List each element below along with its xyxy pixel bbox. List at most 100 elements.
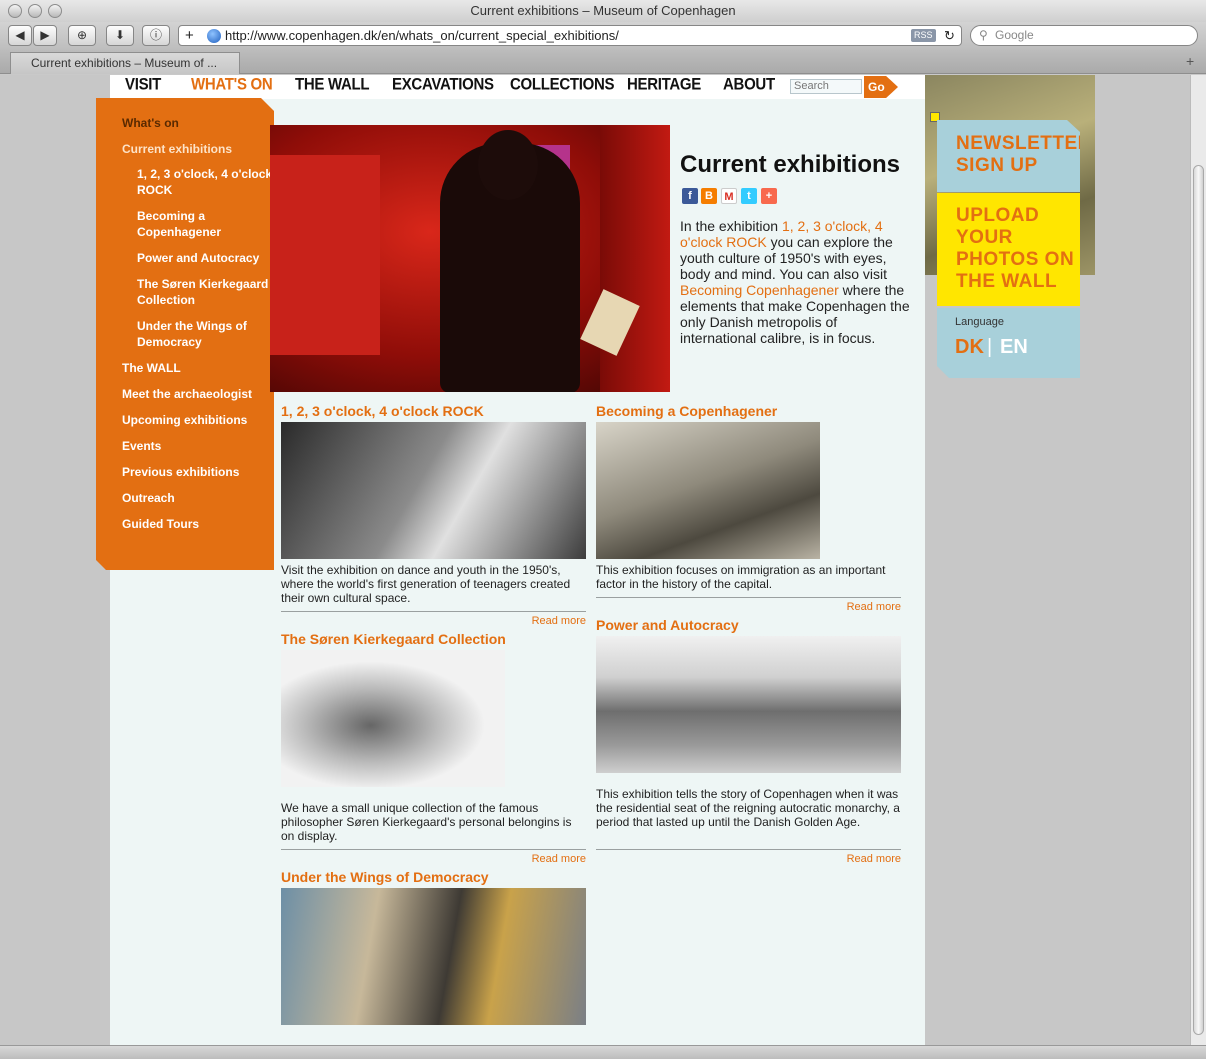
whats-on-submenu: What's on Current exhibitions 1, 2, 3 o'… [96,98,274,570]
google-search-field[interactable]: ⚲ Google [970,25,1198,46]
exhibition-desc-becoming: This exhibition focuses on immigration a… [596,563,886,591]
divider [281,611,586,612]
submenu-current-exhibitions[interactable]: Current exhibitions [122,141,272,157]
language-label: Language [955,316,1004,328]
upload-line-1: UPLOAD [956,205,1040,226]
exhibition-image-kierkegaard[interactable] [281,650,505,787]
addthis-icon[interactable]: + [761,188,777,204]
submenu-outreach[interactable]: Outreach [122,490,272,506]
twitter-icon[interactable]: t [741,188,757,204]
vertical-scrollbar[interactable] [1190,75,1206,1045]
submenu-guided-tours[interactable]: Guided Tours [122,516,272,532]
upload-line-3: PHOTOS ON [956,249,1075,270]
site-search-placeholder: Search [794,80,829,92]
exhibition-title-kierkegaard[interactable]: The Søren Kierkegaard Collection [281,631,506,647]
zoom-window-button[interactable] [48,4,62,18]
exhibition-title-rock[interactable]: 1, 2, 3 o'clock, 4 o'clock ROCK [281,403,484,419]
nav-visit[interactable]: VISIT [125,75,161,94]
url-text: http://www.copenhagen.dk/en/whats_on/cur… [225,28,619,43]
nav-collections[interactable]: COLLECTIONS [510,75,615,94]
page-title: Current exhibitions [680,151,901,178]
scrollbar-thumb[interactable] [1193,165,1204,1035]
submenu-upcoming[interactable]: Upcoming exhibitions [122,412,272,428]
read-more-becoming[interactable]: Read more [801,601,901,613]
browser-toolbar: ◀ ▶ ⊕ ⬇ ⓘ + http://www.copenhagen.dk/en/… [0,22,1206,50]
newsletter-line-1: NEWSLETTER [956,133,1092,154]
reload-icon[interactable]: ↻ [944,26,955,45]
submenu-the-wall[interactable]: The WALL [122,360,272,376]
read-more-rock[interactable]: Read more [486,615,586,627]
nav-the-wall[interactable]: THE WALL [295,75,370,94]
nav-about[interactable]: ABOUT [723,75,775,94]
gmail-icon[interactable]: M [721,188,737,204]
intro-text: In the exhibition 1, 2, 3 o'clock, 4 o'c… [680,218,910,346]
info-button[interactable]: ⓘ [142,25,170,46]
lang-separator: | [987,336,993,358]
submenu-kierkegaard[interactable]: The Søren Kierkegaard Collection [137,276,274,308]
back-button[interactable]: ◀ [8,25,32,46]
newsletter-signup-button[interactable]: NEWSLETTER SIGN UP [937,120,1080,192]
window-titlebar: Current exhibitions – Museum of Copenhag… [0,0,1206,22]
submenu-events[interactable]: Events [122,438,272,454]
exhibition-desc-power: This exhibition tells the story of Copen… [596,787,900,829]
exhibition-image-becoming[interactable] [596,422,820,559]
address-bar[interactable]: + http://www.copenhagen.dk/en/whats_on/c… [178,25,962,46]
lang-dk-link[interactable]: DK [955,336,984,359]
divider [281,849,586,850]
lang-en-link[interactable]: EN [1000,336,1028,359]
exhibition-title-democracy[interactable]: Under the Wings of Democracy [281,869,489,885]
page-content: VISIT WHAT'S ON THE WALL EXCAVATIONS COL… [96,75,925,1045]
facebook-icon[interactable]: f [682,188,698,204]
exhibition-image-power[interactable] [596,636,901,773]
submenu-wings-democracy[interactable]: Under the Wings of Democracy [137,318,255,350]
globe-icon [207,29,221,43]
nav-whats-on[interactable]: WHAT'S ON [191,75,273,94]
hero-image [270,125,670,392]
exhibition-title-becoming[interactable]: Becoming a Copenhagener [596,403,777,419]
page-viewport: VISIT WHAT'S ON THE WALL EXCAVATIONS COL… [0,75,1190,1045]
exhibition-image-rock[interactable] [281,422,586,559]
read-more-power[interactable]: Read more [801,853,901,865]
tab-bar: Current exhibitions – Museum of ... + [0,50,1206,74]
main-nav: VISIT WHAT'S ON THE WALL EXCAVATIONS COL… [110,75,925,99]
go-button[interactable]: Go [864,76,898,98]
downloads-button[interactable]: ⬇ [106,25,134,46]
exhibition-image-democracy[interactable] [281,888,586,1025]
exhibition-title-power[interactable]: Power and Autocracy [596,617,739,633]
nav-excavations[interactable]: EXCAVATIONS [392,75,494,94]
upload-photos-button[interactable]: UPLOAD YOUR PHOTOS ON THE WALL [937,193,1080,306]
upload-line-4: THE WALL [956,271,1058,292]
read-more-kierkegaard[interactable]: Read more [486,853,586,865]
add-icon[interactable]: + [185,26,194,45]
submenu-whats-on[interactable]: What's on [122,115,272,131]
nav-heritage[interactable]: HERITAGE [627,75,701,94]
divider [596,849,901,850]
forward-button[interactable]: ▶ [33,25,57,46]
submenu-meet-archaeologist[interactable]: Meet the archaeologist [122,386,272,402]
blogger-icon[interactable]: B [701,188,717,204]
minimize-window-button[interactable] [28,4,42,18]
search-icon: ⚲ [979,28,988,42]
new-tab-icon[interactable]: + [1186,53,1194,69]
intro-link-becoming[interactable]: Becoming Copenhagener [680,282,839,298]
window-title: Current exhibitions – Museum of Copenhag… [470,3,736,18]
hero-visitor-head [478,130,538,200]
divider [596,597,901,598]
tab-label: Current exhibitions – Museum of ... [31,56,218,70]
hero-panel [270,155,380,355]
exhibition-desc-kierkegaard: We have a small unique collection of the… [281,801,572,843]
browser-tab[interactable]: Current exhibitions – Museum of ... [10,52,240,74]
add-bookmark-button[interactable]: ⊕ [68,25,96,46]
status-bar [0,1045,1206,1059]
upload-line-2: YOUR [956,227,1013,248]
close-window-button[interactable] [8,4,22,18]
exhibition-desc-rock: Visit the exhibition on dance and youth … [281,563,571,605]
submenu-becoming-copenhagener[interactable]: Becoming a Copenhagener [137,208,227,240]
submenu-rock[interactable]: 1, 2, 3 o'clock, 4 o'clock ROCK [137,166,274,198]
submenu-power-autocracy[interactable]: Power and Autocracy [137,250,274,266]
rss-badge[interactable]: RSS [911,29,936,42]
google-search-placeholder: Google [995,28,1034,42]
newsletter-line-2: SIGN UP [956,155,1038,176]
site-search-input[interactable]: Search [790,79,862,94]
submenu-previous[interactable]: Previous exhibitions [122,464,272,480]
